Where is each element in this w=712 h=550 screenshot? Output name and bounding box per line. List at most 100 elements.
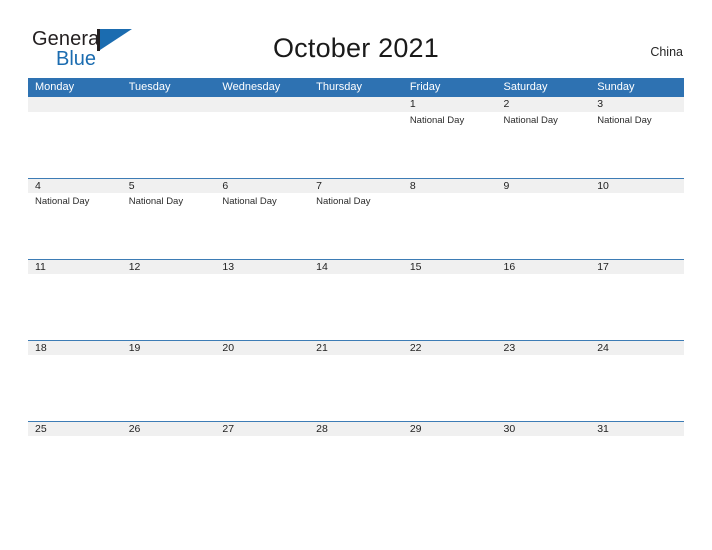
day-number[interactable]: 29 xyxy=(403,422,497,436)
day-number[interactable]: 31 xyxy=(590,422,684,436)
weekday-header-friday: Friday xyxy=(409,81,441,93)
calendar-weeks: 1 2 3 National Day National Day National Day 4… xyxy=(28,97,684,502)
day-number-empty xyxy=(28,97,122,112)
week-date-strip: 4 5 6 7 8 9 10 xyxy=(28,178,684,193)
day-cell[interactable] xyxy=(309,355,403,421)
day-cell[interactable] xyxy=(215,274,309,340)
day-cell[interactable] xyxy=(403,274,497,340)
day-cell[interactable]: National Day xyxy=(497,112,591,178)
day-number[interactable]: 26 xyxy=(122,422,216,436)
day-cell[interactable]: National Day xyxy=(590,112,684,178)
day-number[interactable]: 3 xyxy=(590,97,684,112)
day-number[interactable]: 18 xyxy=(28,341,122,355)
weekday-header-row: Monday Tuesday Wednesday Thursday Friday Satu… xyxy=(28,78,684,97)
day-number[interactable]: 1 xyxy=(403,97,497,112)
day-number-empty xyxy=(309,97,403,112)
day-number[interactable]: 2 xyxy=(497,97,591,112)
week-event-strip xyxy=(28,274,684,340)
day-number[interactable]: 15 xyxy=(403,260,497,274)
weekday-header-sunday: Sunday xyxy=(597,81,635,93)
calendar-week-row: 11 12 13 14 15 16 17 xyxy=(28,259,684,340)
day-number[interactable]: 28 xyxy=(309,422,403,436)
day-number[interactable]: 7 xyxy=(309,179,403,193)
weekday-header-wednesday: Wednesday xyxy=(222,81,281,93)
week-date-strip: 25 26 27 28 29 30 31 xyxy=(28,421,684,436)
page-title: October 2021 xyxy=(272,33,439,63)
day-number[interactable]: 10 xyxy=(590,179,684,193)
day-number[interactable]: 27 xyxy=(215,422,309,436)
calendar-page: General Blue October 2021 China Monday Tu… xyxy=(0,0,712,550)
day-cell[interactable] xyxy=(28,436,122,502)
calendar-week-row: 18 19 20 21 22 23 24 xyxy=(28,340,684,421)
day-cell[interactable] xyxy=(497,193,591,259)
day-cell[interactable] xyxy=(497,436,591,502)
holiday-event: National Day xyxy=(222,196,277,207)
day-cell[interactable] xyxy=(590,436,684,502)
day-number[interactable]: 13 xyxy=(215,260,309,274)
day-cell[interactable]: National Day xyxy=(122,193,216,259)
day-cell[interactable] xyxy=(215,436,309,502)
day-cell[interactable]: National Day xyxy=(28,193,122,259)
day-cell[interactable] xyxy=(590,355,684,421)
day-number[interactable]: 14 xyxy=(309,260,403,274)
week-event-strip: National Day National Day National Day Nati… xyxy=(28,193,684,259)
weekday-header-thursday: Thursday xyxy=(316,81,362,93)
day-cell[interactable] xyxy=(309,436,403,502)
holiday-event: National Day xyxy=(503,115,558,126)
day-number[interactable]: 23 xyxy=(497,341,591,355)
day-number[interactable]: 30 xyxy=(497,422,591,436)
day-cell[interactable] xyxy=(309,274,403,340)
day-number[interactable]: 9 xyxy=(497,179,591,193)
day-cell[interactable] xyxy=(215,355,309,421)
day-cell[interactable] xyxy=(590,193,684,259)
week-date-strip: 18 19 20 21 22 23 24 xyxy=(28,340,684,355)
weekday-header-monday: Monday xyxy=(35,81,75,93)
day-number[interactable]: 5 xyxy=(122,179,216,193)
day-cell xyxy=(215,112,309,178)
day-number[interactable]: 6 xyxy=(215,179,309,193)
day-cell[interactable] xyxy=(403,355,497,421)
week-date-strip: 11 12 13 14 15 16 17 xyxy=(28,259,684,274)
day-cell[interactable] xyxy=(403,436,497,502)
holiday-event: National Day xyxy=(128,196,184,207)
day-number[interactable]: 21 xyxy=(309,341,403,355)
day-number[interactable]: 24 xyxy=(590,341,684,355)
day-cell[interactable] xyxy=(28,274,122,340)
holiday-event: National Day xyxy=(35,196,90,207)
day-cell[interactable] xyxy=(122,274,216,340)
day-cell xyxy=(309,112,403,178)
day-cell[interactable]: National Day xyxy=(309,193,403,259)
day-number[interactable]: 20 xyxy=(215,341,309,355)
day-number[interactable]: 22 xyxy=(403,341,497,355)
calendar-week-row: 4 5 6 7 8 9 10 National Day National Day National… xyxy=(28,178,684,259)
day-number[interactable]: 8 xyxy=(403,179,497,193)
weekday-header-saturday: Saturday xyxy=(503,81,548,93)
day-number-empty xyxy=(122,97,216,112)
day-number[interactable]: 25 xyxy=(28,422,122,436)
day-cell[interactable] xyxy=(28,355,122,421)
day-number[interactable]: 17 xyxy=(590,260,684,274)
week-event-strip xyxy=(28,436,684,502)
day-number[interactable]: 12 xyxy=(122,260,216,274)
day-cell[interactable]: National Day xyxy=(215,193,309,259)
day-cell[interactable]: National Day xyxy=(403,112,497,178)
week-event-strip xyxy=(28,355,684,421)
calendar-week-row: 1 2 3 National Day National Day National Day xyxy=(28,97,684,178)
week-date-strip: 123 xyxy=(28,97,684,112)
page-header: General Blue October 2021 China xyxy=(0,0,712,76)
holiday-event: National Day xyxy=(409,115,465,126)
calendar-grid: Monday Tuesday Wednesday Thursday Friday Satu… xyxy=(28,78,684,502)
holiday-event: National Day xyxy=(316,196,371,207)
day-cell[interactable] xyxy=(590,274,684,340)
day-cell[interactable] xyxy=(403,193,497,259)
day-cell[interactable] xyxy=(497,355,591,421)
day-number[interactable]: 11 xyxy=(28,260,122,274)
day-number[interactable]: 16 xyxy=(497,260,591,274)
country-label: China xyxy=(650,45,683,59)
day-cell[interactable] xyxy=(122,436,216,502)
day-number[interactable]: 19 xyxy=(122,341,216,355)
day-cell[interactable] xyxy=(497,274,591,340)
day-number[interactable]: 4 xyxy=(28,179,122,193)
holiday-event: National Day xyxy=(597,115,652,126)
day-cell[interactable] xyxy=(122,355,216,421)
